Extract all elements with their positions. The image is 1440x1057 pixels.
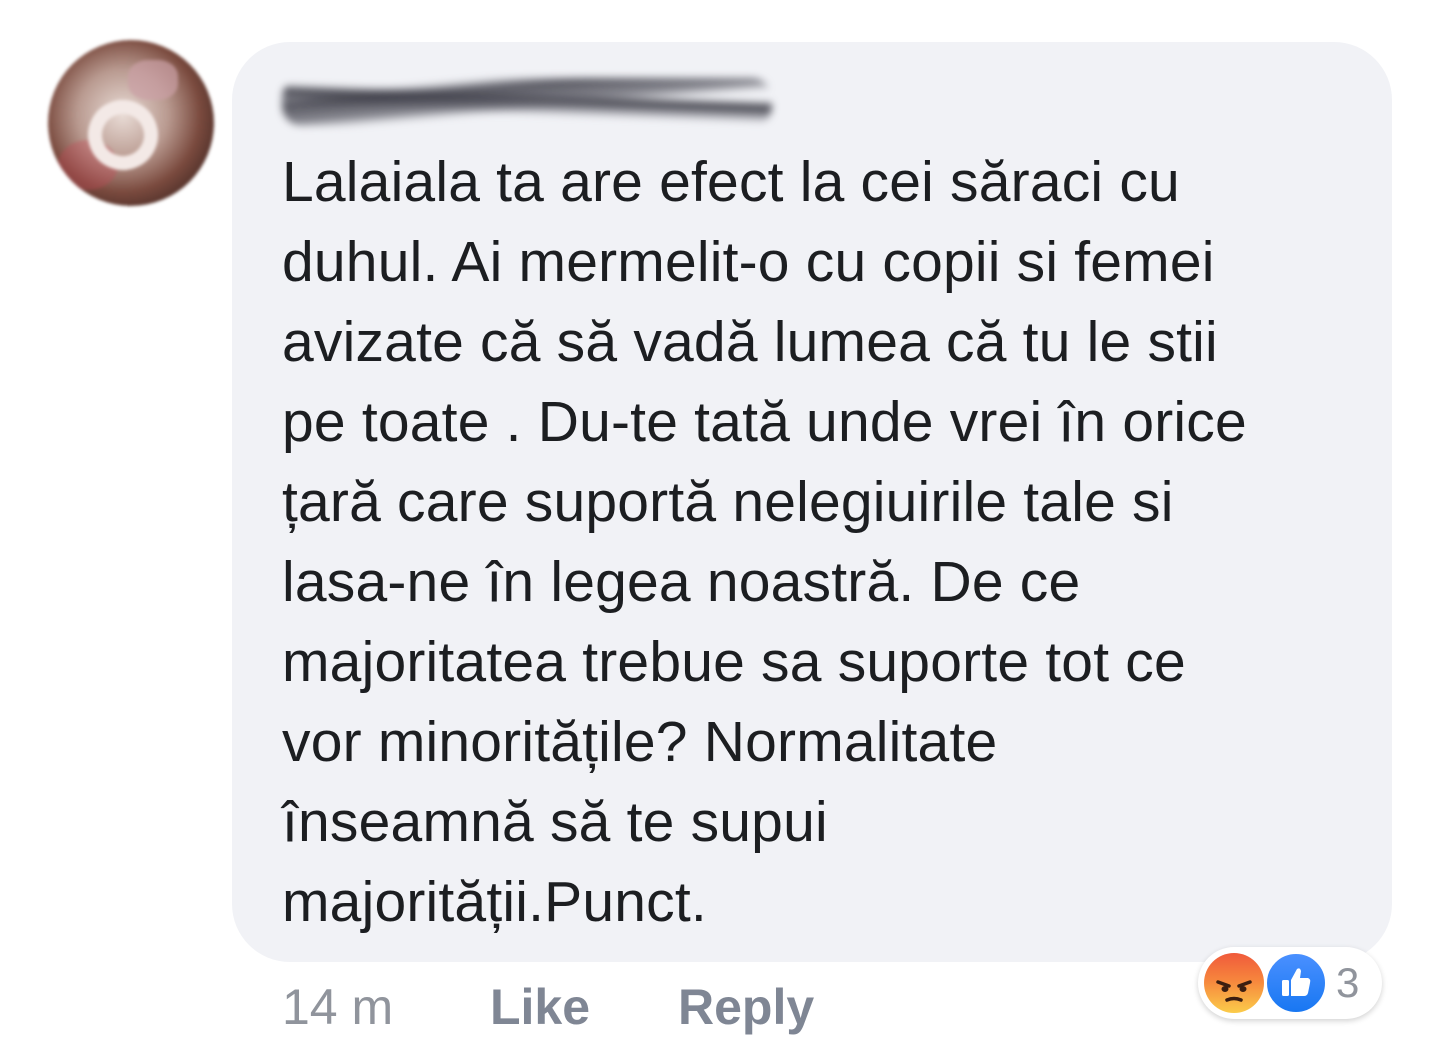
- comment-text-line: înseamnă să te supui: [282, 790, 828, 854]
- reactions-summary[interactable]: 3: [1198, 947, 1382, 1019]
- comment: Lalaiala ta are efect la cei săraci cu du…: [0, 0, 1440, 1057]
- comment-text-line: majoritatea trebue sa suporte tot ce: [282, 630, 1186, 694]
- comment-text: Lalaiala ta are efect la cei săraci cu du…: [282, 142, 1362, 942]
- reply-button[interactable]: Reply: [678, 975, 814, 1039]
- comment-text-line: lasa-ne în legea noastră. De ce: [282, 550, 1081, 614]
- comment-text-line: majorității.Punct.: [282, 870, 707, 934]
- comment-text-line: țară care suportă nelegiuirile tale si: [282, 470, 1174, 534]
- reaction-count: 3: [1336, 959, 1360, 1006]
- comment-text-line: avizate că să vadă lumea că tu le stii: [282, 310, 1218, 374]
- angry-icon: [1204, 953, 1264, 1013]
- author-name[interactable]: [282, 78, 772, 126]
- comment-text-line: vor minoritățile? Normalitate: [282, 710, 998, 774]
- avatar[interactable]: [48, 40, 214, 206]
- comment-text-line: Lalaiala ta are efect la cei săraci cu: [282, 150, 1180, 214]
- like-icon: [1264, 951, 1328, 1015]
- timestamp[interactable]: 14 m: [282, 975, 393, 1039]
- comment-text-line: pe toate . Du-te tată unde vrei în orice: [282, 390, 1247, 454]
- like-button[interactable]: Like: [490, 975, 590, 1039]
- redaction-scribble: [282, 78, 772, 126]
- comment-text-line: duhul. Ai mermelit-o cu copii si femei: [282, 230, 1215, 294]
